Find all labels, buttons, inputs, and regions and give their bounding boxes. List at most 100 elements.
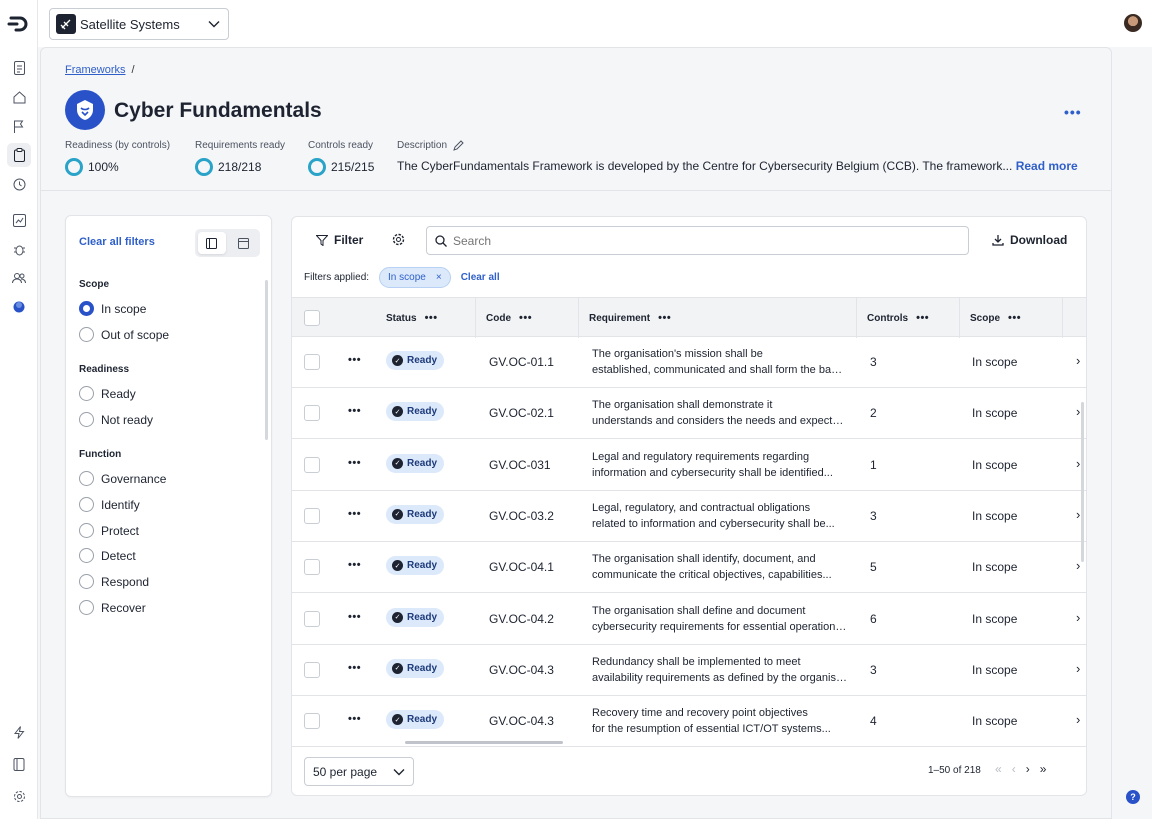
last-page-icon[interactable]: » xyxy=(1040,762,1047,776)
filter-option-in-scope[interactable]: In scope xyxy=(79,301,146,316)
avatar[interactable] xyxy=(1124,14,1142,32)
radio-button[interactable] xyxy=(79,412,94,427)
table-row[interactable]: ••• ✓ Ready GV.OC-031 Legal and regulatory r… xyxy=(292,440,1086,491)
gear-icon[interactable] xyxy=(10,787,28,805)
users-icon[interactable] xyxy=(10,269,28,287)
horizontal-scrollbar[interactable] xyxy=(405,741,563,744)
row-checkbox[interactable] xyxy=(304,661,320,678)
chevron-right-icon[interactable]: › xyxy=(1076,353,1080,368)
radio-button[interactable] xyxy=(79,497,94,512)
column-controls[interactable]: Controls ••• xyxy=(857,298,960,338)
row-checkbox[interactable] xyxy=(304,456,320,473)
radio-button[interactable] xyxy=(79,574,94,589)
row-menu-icon[interactable]: ••• xyxy=(348,611,361,623)
first-page-icon[interactable]: « xyxy=(995,762,1002,776)
table-row[interactable]: ••• ✓ Ready GV.OC-04.3 Redundancy shall be i… xyxy=(292,645,1086,696)
chevron-right-icon[interactable]: › xyxy=(1076,456,1080,471)
settings-gear-icon[interactable] xyxy=(392,233,405,249)
search-field[interactable] xyxy=(426,226,969,255)
table-row[interactable]: ••• ✓ Ready GV.OC-01.1 The organisation's mi… xyxy=(292,337,1086,388)
radio-button[interactable] xyxy=(79,523,94,538)
filter-option-recover[interactable]: Recover xyxy=(79,600,146,615)
flag-icon[interactable] xyxy=(10,117,28,135)
row-checkbox[interactable] xyxy=(304,507,320,524)
clear-all-filters-button[interactable]: Clear all filters xyxy=(79,236,155,248)
book-icon[interactable] xyxy=(10,755,28,773)
row-checkbox[interactable] xyxy=(304,354,320,370)
filter-option-ready[interactable]: Ready xyxy=(79,386,136,401)
row-menu-icon[interactable]: ••• xyxy=(348,508,361,520)
home-icon[interactable] xyxy=(10,88,28,106)
row-checkbox[interactable] xyxy=(304,559,320,576)
radio-button[interactable] xyxy=(79,327,94,342)
sidebar-view-icon[interactable] xyxy=(198,232,226,254)
row-menu-icon[interactable]: ••• xyxy=(348,405,361,417)
filter-option-identify[interactable]: Identify xyxy=(79,497,140,512)
pencil-icon[interactable] xyxy=(453,140,464,151)
table-row[interactable]: ••• ✓ Ready GV.OC-04.1 The organisation shal… xyxy=(292,542,1086,594)
column-menu-icon[interactable]: ••• xyxy=(658,312,671,324)
prev-page-icon[interactable]: ‹ xyxy=(1012,762,1016,776)
row-checkbox[interactable] xyxy=(304,610,320,627)
chevron-right-icon[interactable]: › xyxy=(1076,610,1080,625)
filter-option-protect[interactable]: Protect xyxy=(79,523,139,538)
chevron-right-icon[interactable]: › xyxy=(1076,712,1080,727)
chevron-right-icon[interactable]: › xyxy=(1076,661,1080,676)
help-icon[interactable]: ? xyxy=(1126,790,1140,804)
breadcrumb-frameworks-link[interactable]: Frameworks xyxy=(65,64,126,76)
radio-button[interactable] xyxy=(79,386,94,401)
row-menu-icon[interactable]: ••• xyxy=(348,559,361,571)
row-menu-icon[interactable]: ••• xyxy=(348,713,361,725)
download-button[interactable]: Download xyxy=(992,233,1067,247)
chevron-right-icon[interactable]: › xyxy=(1076,558,1080,573)
radio-button[interactable] xyxy=(79,600,94,615)
globe-icon[interactable] xyxy=(10,298,28,316)
filter-option-detect[interactable]: Detect xyxy=(79,548,136,563)
history-icon[interactable] xyxy=(10,175,28,193)
column-menu-icon[interactable]: ••• xyxy=(916,312,929,324)
bolt-icon[interactable] xyxy=(10,723,28,741)
org-selector[interactable]: Satellite Systems xyxy=(49,8,229,40)
vertical-scrollbar[interactable] xyxy=(1081,402,1084,562)
filter-button[interactable]: Filter xyxy=(316,233,363,247)
filter-chip-in-scope[interactable]: In scope × xyxy=(379,267,451,288)
row-menu-icon[interactable]: ••• xyxy=(348,457,361,469)
filter-option-governance[interactable]: Governance xyxy=(79,471,166,486)
column-menu-icon[interactable]: ••• xyxy=(1008,312,1021,324)
document-icon[interactable] xyxy=(10,59,28,77)
column-code[interactable]: Code ••• xyxy=(476,298,579,338)
next-page-icon[interactable]: › xyxy=(1026,762,1030,776)
column-menu-icon[interactable]: ••• xyxy=(519,312,532,324)
more-options-button[interactable]: ••• xyxy=(1064,104,1082,120)
filter-option-out-of-scope[interactable]: Out of scope xyxy=(79,327,169,342)
row-menu-icon[interactable]: ••• xyxy=(348,662,361,674)
row-checkbox[interactable] xyxy=(304,713,320,730)
per-page-select[interactable]: 50 per page xyxy=(304,757,414,786)
column-requirement[interactable]: Requirement ••• xyxy=(579,298,857,338)
clear-all-button[interactable]: Clear all xyxy=(461,272,500,283)
filter-option-not-ready[interactable]: Not ready xyxy=(79,412,153,427)
clipboard-icon[interactable] xyxy=(7,143,31,167)
panel-view-icon[interactable] xyxy=(230,232,258,254)
radio-button[interactable] xyxy=(79,471,94,486)
column-status[interactable]: Status ••• xyxy=(376,298,476,338)
table-row[interactable]: ••• ✓ Ready GV.OC-04.3 Recovery time and rec… xyxy=(292,696,1086,748)
column-scope[interactable]: Scope ••• xyxy=(960,298,1063,338)
filter-option-respond[interactable]: Respond xyxy=(79,574,149,589)
column-menu-icon[interactable]: ••• xyxy=(425,312,438,324)
chart-icon[interactable] xyxy=(10,211,28,229)
row-checkbox[interactable] xyxy=(304,405,320,422)
table-row[interactable]: ••• ✓ Ready GV.OC-04.2 The organisation shal… xyxy=(292,594,1086,645)
read-more-link[interactable]: Read more xyxy=(1016,159,1078,173)
table-row[interactable]: ••• ✓ Ready GV.OC-02.1 The organisation shal… xyxy=(292,388,1086,440)
search-input[interactable] xyxy=(453,233,960,248)
filters-scrollbar[interactable] xyxy=(265,280,268,440)
select-all-checkbox[interactable] xyxy=(304,310,320,326)
logo-icon[interactable] xyxy=(7,12,31,36)
bug-icon[interactable] xyxy=(10,240,28,258)
radio-button[interactable] xyxy=(79,548,94,563)
chevron-right-icon[interactable]: › xyxy=(1076,404,1080,419)
chip-close-icon[interactable]: × xyxy=(436,272,442,283)
table-row[interactable]: ••• ✓ Ready GV.OC-03.2 Legal, regulatory, an… xyxy=(292,491,1086,542)
row-menu-icon[interactable]: ••• xyxy=(348,354,361,366)
